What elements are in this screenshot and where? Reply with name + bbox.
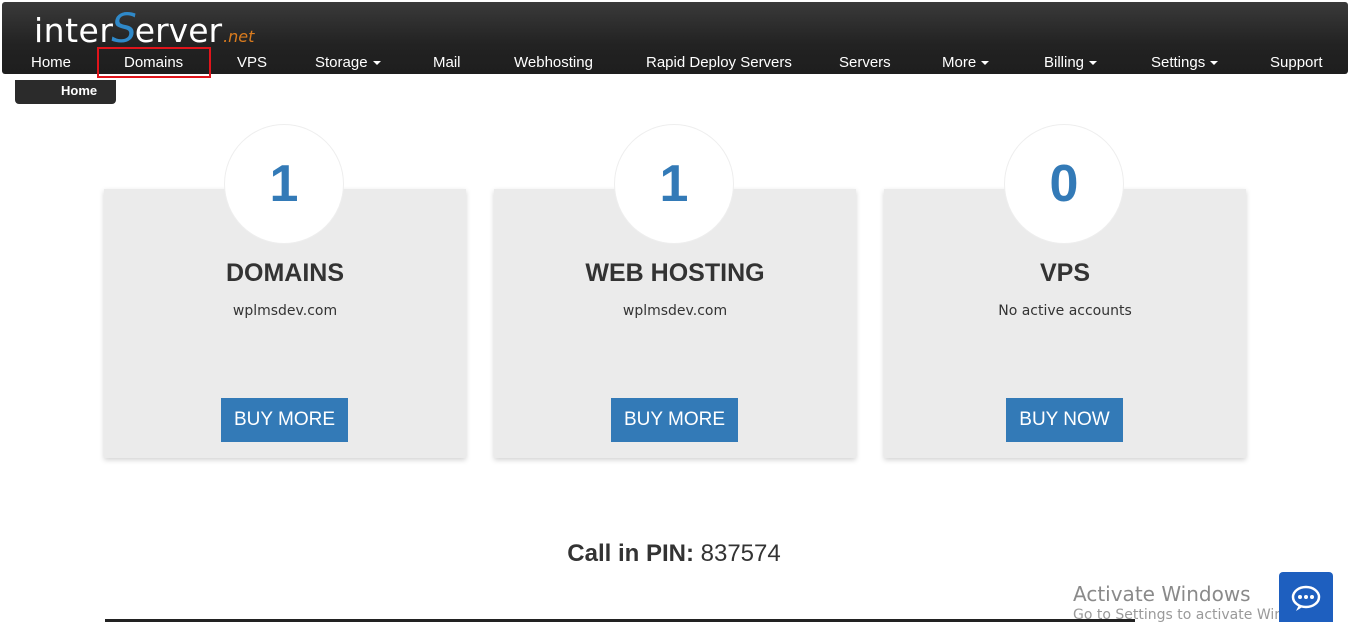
nav-support[interactable]: Support xyxy=(1270,54,1323,74)
chat-button[interactable] xyxy=(1279,572,1333,622)
nav-settings[interactable]: Settings xyxy=(1151,54,1219,74)
card-title: WEB HOSTING xyxy=(585,259,765,287)
nav-storage[interactable]: Storage xyxy=(315,54,381,74)
nav-more[interactable]: More xyxy=(942,54,990,74)
logo-text-inter: inter xyxy=(34,11,114,50)
caret-down-icon xyxy=(372,61,381,66)
pin-label: Call in PIN: xyxy=(567,540,694,567)
nav-rapid-deploy-servers[interactable]: Rapid Deploy Servers xyxy=(646,54,792,74)
domains-count-badge: 1 xyxy=(225,125,343,243)
caret-down-icon xyxy=(1089,61,1098,66)
nav-home-label: Home xyxy=(31,54,72,71)
card-subtitle: wplmsdev.com xyxy=(622,303,728,319)
activate-windows-title: Activate Windows xyxy=(1073,582,1251,606)
nav-vps-label: VPS xyxy=(237,54,268,71)
nav-webhosting[interactable]: Webhosting xyxy=(514,54,593,74)
logo-text-s: S xyxy=(111,6,137,52)
chat-bubble-icon xyxy=(1291,585,1321,611)
nav-mail[interactable]: Mail xyxy=(433,54,461,74)
caret-down-icon xyxy=(1210,61,1219,66)
nav-vps[interactable]: VPS xyxy=(237,54,267,74)
web-hosting-buy-more-button[interactable]: BUY MORE xyxy=(611,398,738,442)
caret-down-icon xyxy=(981,61,990,66)
nav-mail-label: Mail xyxy=(433,54,461,71)
logo-text-erver: erver xyxy=(134,11,223,50)
breadcrumb-home[interactable]: Home xyxy=(15,80,116,104)
nav-storage-label: Storage xyxy=(315,54,368,71)
nav-servers-label: Servers xyxy=(839,54,891,71)
web-hosting-count-badge: 1 xyxy=(615,125,733,243)
nav-settings-label: Settings xyxy=(1151,54,1206,71)
nav-webhosting-label: Webhosting xyxy=(514,54,593,71)
call-in-pin: Call in PIN: 837574 xyxy=(0,540,1348,568)
nav-more-label: More xyxy=(942,54,977,71)
card-title: VPS xyxy=(1039,259,1091,287)
card-subtitle: No active accounts xyxy=(998,303,1132,319)
nav-support-label: Support xyxy=(1270,54,1323,71)
card-subtitle: wplmsdev.com xyxy=(232,303,338,319)
vps-buy-now-button[interactable]: BUY NOW xyxy=(1006,398,1123,442)
logo-text-net: .net xyxy=(223,27,255,46)
nav-servers[interactable]: Servers xyxy=(839,54,891,74)
nav-home[interactable]: Home xyxy=(31,54,71,74)
nav-billing-label: Billing xyxy=(1044,54,1085,71)
domains-highlight-box xyxy=(97,47,211,78)
nav-billing[interactable]: Billing xyxy=(1044,54,1098,74)
domains-buy-more-button[interactable]: BUY MORE xyxy=(221,398,348,442)
pin-value: 837574 xyxy=(700,540,781,567)
vps-count-badge: 0 xyxy=(1005,125,1123,243)
nav-rapid-deploy-label: Rapid Deploy Servers xyxy=(646,54,792,71)
breadcrumb-label: Home xyxy=(61,83,98,98)
card-title: DOMAINS xyxy=(225,259,345,287)
interserver-logo[interactable]: interServer.net xyxy=(34,6,255,52)
